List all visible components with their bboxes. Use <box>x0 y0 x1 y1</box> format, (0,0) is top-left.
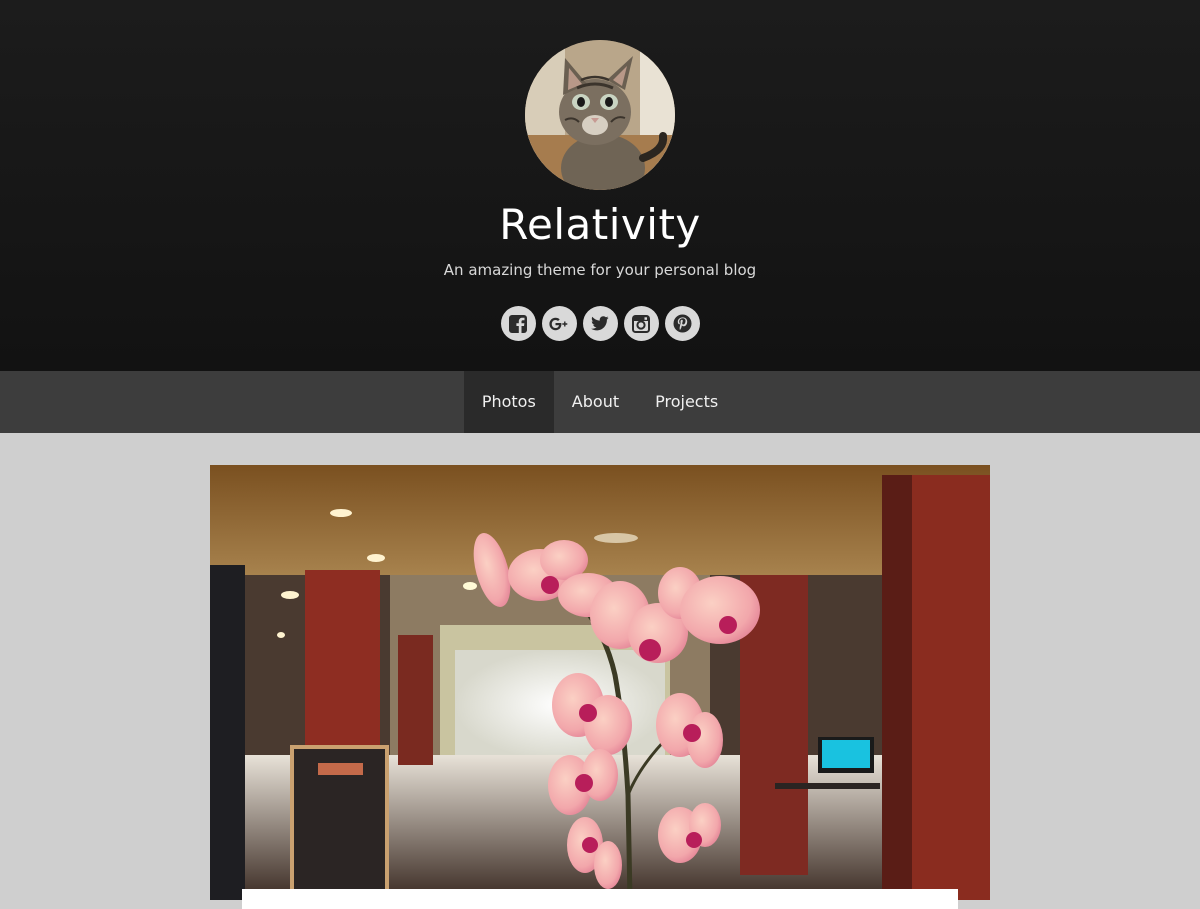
site-tagline: An amazing theme for your personal blog <box>443 261 757 279</box>
instagram-link[interactable] <box>623 306 659 341</box>
facebook-link[interactable] <box>500 306 536 341</box>
social-links <box>0 306 1200 341</box>
twitter-icon <box>591 316 609 331</box>
instagram-icon <box>632 314 650 333</box>
site-title[interactable]: Relativity <box>0 200 1200 249</box>
google-plus-link[interactable] <box>541 306 577 341</box>
nav-item-projects[interactable]: Projects <box>637 371 736 433</box>
featured-image[interactable] <box>210 465 990 900</box>
nav-item-photos[interactable]: Photos <box>463 371 554 433</box>
twitter-link[interactable] <box>582 306 618 341</box>
pinterest-link[interactable] <box>664 306 700 341</box>
post-card <box>242 889 958 909</box>
main-nav: Photos About Projects <box>0 371 1200 433</box>
site-header: Relativity An amazing theme for your per… <box>0 0 1200 371</box>
facebook-icon <box>509 314 527 333</box>
main-content <box>0 433 1200 909</box>
google-plus-icon <box>549 317 568 330</box>
avatar[interactable] <box>525 40 675 190</box>
pinterest-icon <box>673 314 691 333</box>
nav-item-about[interactable]: About <box>554 371 637 433</box>
